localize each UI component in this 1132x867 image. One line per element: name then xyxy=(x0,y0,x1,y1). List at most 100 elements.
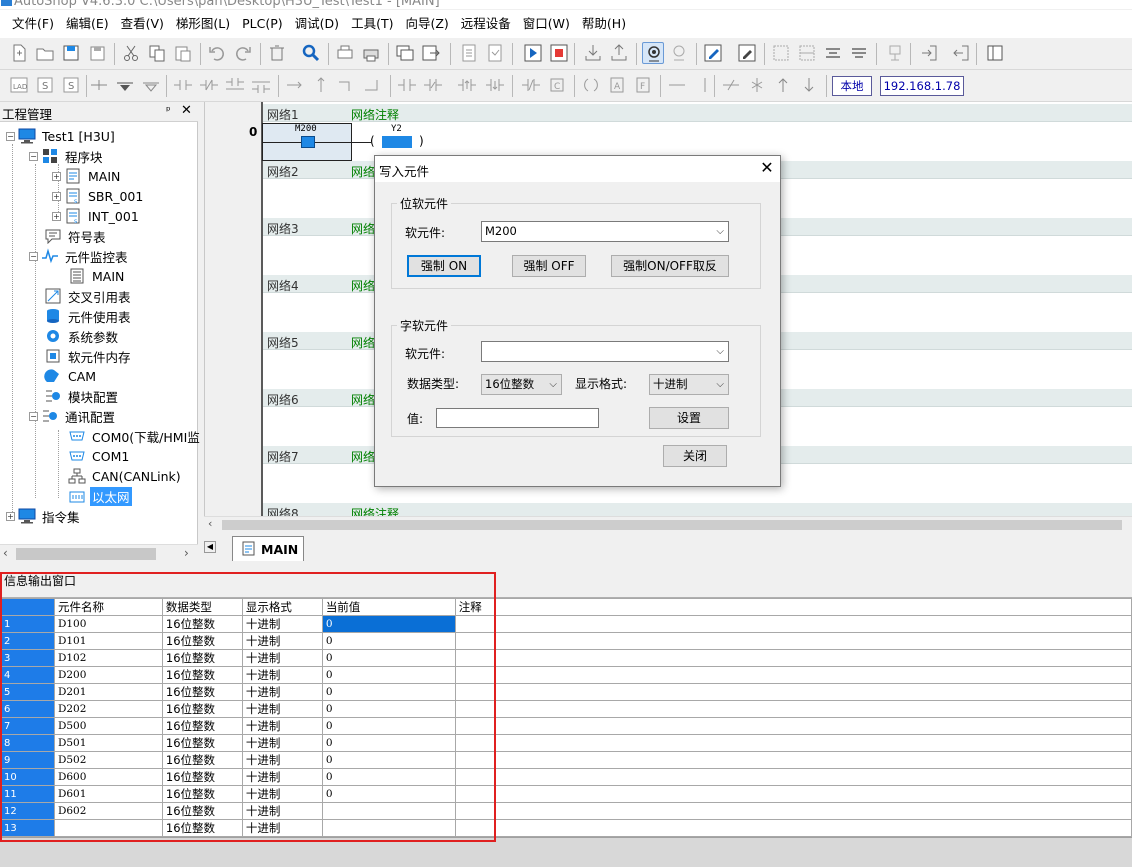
coil-icon[interactable] xyxy=(580,74,602,96)
data-type-cell[interactable]: 16位整数 xyxy=(161,802,243,820)
tree-cam[interactable]: CAM xyxy=(44,366,98,386)
column-header-index[interactable] xyxy=(0,598,55,616)
close-icon[interactable]: ✕ xyxy=(181,103,192,118)
insert-row-icon[interactable] xyxy=(88,74,110,96)
search-icon[interactable] xyxy=(300,42,322,64)
row-index-cell[interactable]: 3 xyxy=(0,649,55,667)
data-type-cell[interactable]: 16位整数 xyxy=(161,632,243,650)
device-name-cell[interactable]: D501 xyxy=(53,734,163,752)
column-header-device[interactable]: 元件名称 xyxy=(53,598,163,616)
row-index-cell[interactable]: 9 xyxy=(0,751,55,769)
comment-cell[interactable] xyxy=(454,615,496,633)
logout-icon[interactable] xyxy=(950,42,972,64)
scroll-thumb[interactable] xyxy=(16,548,156,560)
row-index-cell[interactable]: 11 xyxy=(0,785,55,803)
menu-plc[interactable]: PLC(P) xyxy=(236,10,289,38)
connection-mode-field[interactable]: 本地 xyxy=(832,76,872,96)
menu-ladder[interactable]: 梯形图(L) xyxy=(170,10,236,38)
collapse-icon[interactable]: − xyxy=(29,151,38,161)
menu-window[interactable]: 窗口(W) xyxy=(517,10,576,38)
device-name-cell[interactable] xyxy=(53,819,163,837)
new-file-icon[interactable] xyxy=(8,42,30,64)
scroll-left-icon[interactable]: ‹ xyxy=(208,517,212,530)
download-icon[interactable] xyxy=(582,42,604,64)
compile-all-icon[interactable] xyxy=(484,42,506,64)
current-value-cell[interactable]: 0 xyxy=(321,734,456,752)
write-mode-icon[interactable] xyxy=(702,42,724,64)
login-icon[interactable] xyxy=(918,42,940,64)
table-row[interactable]: 1 D100 16位整数 十进制 0 xyxy=(0,615,1132,633)
tree-instruction-set[interactable]: + 指令集 xyxy=(6,506,82,526)
device-name-cell[interactable]: D101 xyxy=(53,632,163,650)
row-index-cell[interactable]: 6 xyxy=(0,700,55,718)
scroll-thumb[interactable] xyxy=(222,520,1122,530)
current-value-cell[interactable]: 0 xyxy=(321,700,456,718)
arrow-up-icon[interactable] xyxy=(772,74,794,96)
table-row[interactable]: 5 D201 16位整数 十进制 0 xyxy=(0,683,1132,701)
function-block-icon[interactable]: A xyxy=(606,74,628,96)
contact-parallel-nc-icon[interactable] xyxy=(250,74,272,96)
tree-comm-config[interactable]: − 通讯配置 xyxy=(29,406,117,426)
word-device-combo[interactable]: ⌵ xyxy=(481,341,729,362)
comment-cell[interactable] xyxy=(454,751,496,769)
chevron-down-icon[interactable]: ⌵ xyxy=(716,222,724,241)
current-value-cell[interactable] xyxy=(321,819,456,837)
data-type-cell[interactable]: 16位整数 xyxy=(161,751,243,769)
menu-wizard[interactable]: 向导(Z) xyxy=(399,10,454,38)
tree-com0[interactable]: COM0(下载/HMI监 xyxy=(68,426,202,446)
data-type-select[interactable]: 16位整数 ⌵ xyxy=(481,374,562,395)
tree-monitor-table[interactable]: − 元件监控表 xyxy=(29,246,130,266)
arrow-down-icon[interactable] xyxy=(798,74,820,96)
column-header-data-type[interactable]: 数据类型 xyxy=(161,598,243,616)
table-row[interactable]: 12 D602 16位整数 十进制 xyxy=(0,802,1132,820)
menu-help[interactable]: 帮助(H) xyxy=(576,10,632,38)
device-name-cell[interactable]: D500 xyxy=(53,717,163,735)
device-name-cell[interactable]: D100 xyxy=(53,615,163,633)
sfc-mode-icon[interactable]: S xyxy=(34,74,56,96)
close-icon[interactable]: ✕ xyxy=(757,158,777,177)
bit-device-combo[interactable]: M200 ⌵ xyxy=(481,221,729,242)
tree-cross-ref[interactable]: 交叉引用表 xyxy=(44,286,133,306)
upload-icon[interactable] xyxy=(608,42,630,64)
chevron-down-icon[interactable]: ⌵ xyxy=(549,375,557,394)
open-folder-icon[interactable] xyxy=(34,42,56,64)
table-row[interactable]: 7 D500 16位整数 十进制 0 xyxy=(0,717,1132,735)
collapse-icon[interactable]: − xyxy=(6,131,15,141)
align-center-icon[interactable] xyxy=(848,42,870,64)
hline-draw-icon[interactable] xyxy=(666,74,688,96)
tree-module-config[interactable]: 模块配置 xyxy=(44,386,120,406)
data-type-cell[interactable]: 16位整数 xyxy=(161,785,243,803)
vertical-line-icon[interactable] xyxy=(310,74,332,96)
expand-icon[interactable]: + xyxy=(52,171,61,181)
panel-toggle-icon[interactable] xyxy=(984,42,1006,64)
paste-icon[interactable] xyxy=(172,42,194,64)
display-format-cell[interactable]: 十进制 xyxy=(241,717,323,735)
stop-icon[interactable] xyxy=(548,42,570,64)
current-value-cell[interactable]: 0 xyxy=(321,768,456,786)
row-index-cell[interactable]: 4 xyxy=(0,666,55,684)
display-format-cell[interactable]: 十进制 xyxy=(241,751,323,769)
display-format-cell[interactable]: 十进制 xyxy=(241,683,323,701)
table-row[interactable]: 11 D601 16位整数 十进制 0 xyxy=(0,785,1132,803)
data-type-cell[interactable]: 16位整数 xyxy=(161,717,243,735)
plc-settings-icon[interactable] xyxy=(884,42,906,64)
display-format-cell[interactable]: 十进制 xyxy=(241,768,323,786)
display-format-cell[interactable]: 十进制 xyxy=(241,785,323,803)
column-header-value[interactable]: 当前值 xyxy=(321,598,456,616)
tree-symbol-table[interactable]: 符号表 xyxy=(44,226,108,246)
line-up-icon[interactable] xyxy=(362,74,384,96)
display-format-cell[interactable]: 十进制 xyxy=(241,819,323,837)
row-index-cell[interactable]: 12 xyxy=(0,802,55,820)
scroll-right-icon[interactable]: › xyxy=(184,546,189,560)
current-value-cell[interactable]: 0 xyxy=(321,615,456,633)
contact-m200[interactable] xyxy=(301,136,315,148)
tree-program-blocks[interactable]: − 程序块 xyxy=(29,146,105,166)
coil-y2[interactable] xyxy=(382,136,412,148)
function-instr-icon[interactable]: F xyxy=(632,74,654,96)
vline-draw-icon[interactable] xyxy=(694,74,716,96)
data-type-cell[interactable]: 16位整数 xyxy=(161,819,243,837)
collapse-icon[interactable]: − xyxy=(29,411,38,421)
contact-parallel-icon[interactable] xyxy=(224,74,246,96)
tree-sbr[interactable]: + s SBR_001 xyxy=(52,186,145,206)
data-type-cell[interactable]: 16位整数 xyxy=(161,768,243,786)
